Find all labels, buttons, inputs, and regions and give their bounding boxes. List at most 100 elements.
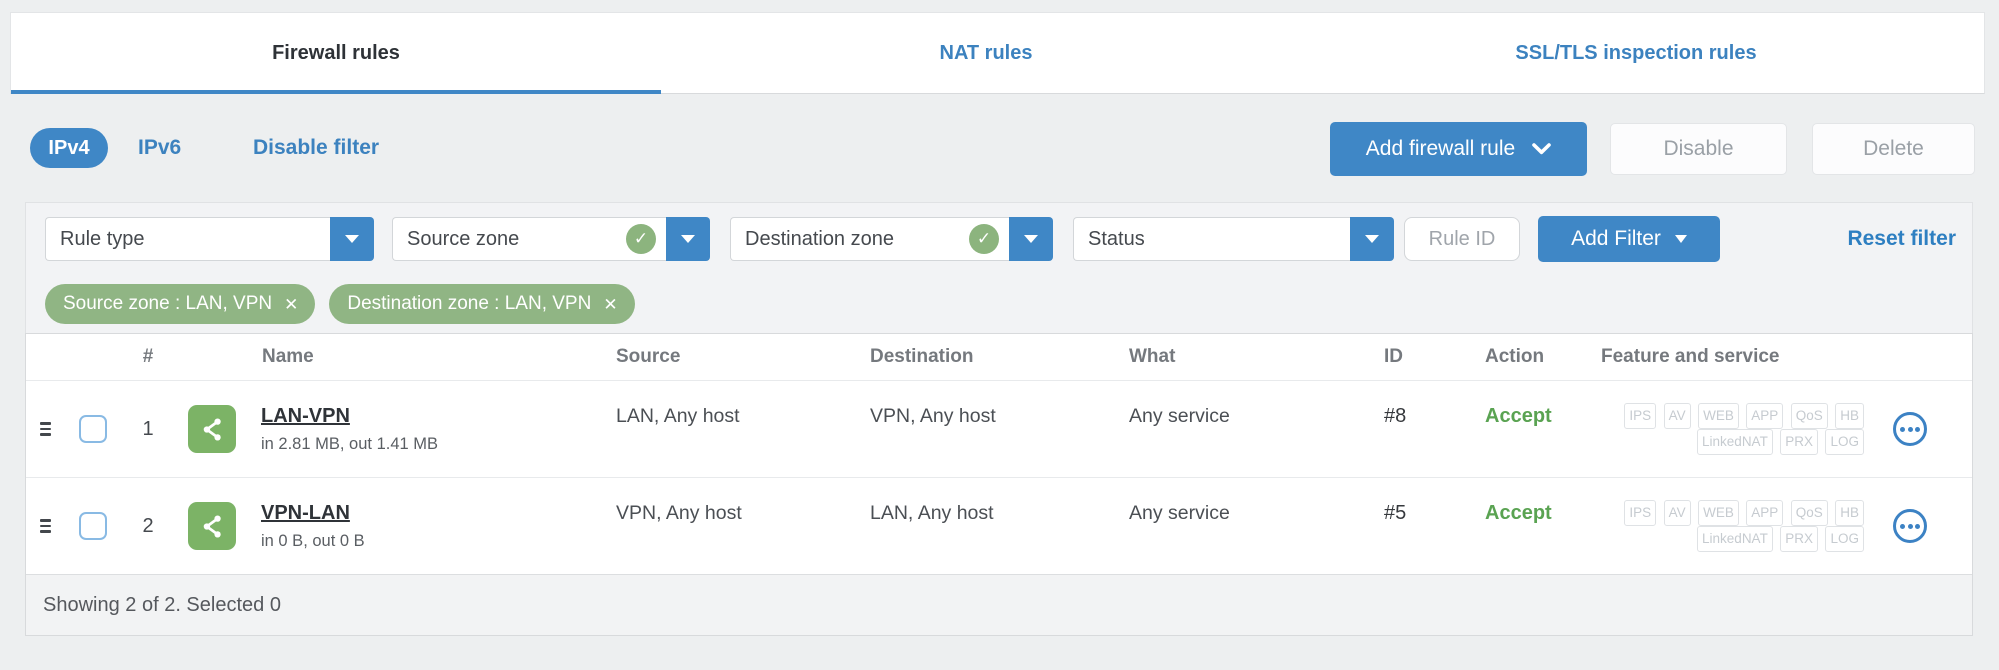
destination-zone-dropdown-button[interactable] bbox=[1009, 217, 1053, 261]
triangle-down-icon bbox=[1674, 235, 1687, 243]
feature-badge: WEB bbox=[1698, 500, 1739, 526]
add-firewall-rule-label: Add firewall rule bbox=[1365, 137, 1516, 160]
feature-badge: LOG bbox=[1825, 429, 1864, 455]
row-menu-ellipsis-icon[interactable] bbox=[1893, 412, 1927, 446]
drag-cell bbox=[26, 515, 64, 537]
disable-button[interactable]: Disable bbox=[1610, 123, 1787, 175]
network-rule-icon bbox=[188, 502, 236, 550]
add-firewall-rule-button[interactable]: Add firewall rule bbox=[1330, 122, 1587, 176]
what-cell: Any service bbox=[1129, 501, 1230, 524]
chip-label: Destination zone : LAN, VPN bbox=[347, 293, 592, 314]
destination-zone-filter: Destination zone ✓ bbox=[730, 217, 1053, 261]
disable-button-label: Disable bbox=[1663, 137, 1734, 160]
showing-summary: Showing 2 of 2. Selected 0 bbox=[43, 593, 281, 616]
row-checkbox[interactable] bbox=[79, 512, 107, 540]
rule-id-cell: #5 bbox=[1384, 501, 1407, 524]
name-block: LAN-VPN in 2.81 MB, out 1.41 MB bbox=[261, 405, 438, 454]
tab-label: NAT rules bbox=[939, 41, 1033, 64]
status-filter: Status bbox=[1073, 217, 1394, 261]
check-circle-icon: ✓ bbox=[626, 224, 656, 254]
close-icon[interactable]: ✕ bbox=[284, 296, 298, 313]
destination-cell: LAN, Any host bbox=[870, 501, 994, 524]
toolbar: IPv4 IPv6 Disable filter Add firewall ru… bbox=[0, 115, 1999, 181]
header-what: What bbox=[1129, 346, 1176, 367]
header-id: ID bbox=[1384, 346, 1403, 367]
feature-badge: HB bbox=[1835, 500, 1864, 526]
triangle-down-icon bbox=[345, 235, 359, 243]
table-row: 2 VPN-LAN in 0 B, out 0 B VPN, Any host … bbox=[26, 477, 1972, 574]
drag-handle-icon[interactable] bbox=[36, 515, 55, 537]
feature-badge: HB bbox=[1835, 403, 1864, 429]
action-cell: Accept bbox=[1485, 404, 1552, 427]
source-cell: LAN, Any host bbox=[616, 404, 740, 427]
destination-zone-select[interactable]: Destination zone ✓ bbox=[730, 217, 1009, 261]
add-filter-button[interactable]: Add Filter bbox=[1538, 216, 1720, 262]
status-dropdown-button[interactable] bbox=[1350, 217, 1394, 261]
source-cell: VPN, Any host bbox=[616, 501, 742, 524]
feature-badge: PRX bbox=[1780, 429, 1819, 455]
feature-badges: IPS AV WEB APP QoS HB LinkedNAT PRX LOG bbox=[1575, 403, 1864, 455]
firewall-rules-table: # Name Source Destination What ID Action… bbox=[25, 333, 1973, 636]
rule-name-link[interactable]: VPN-LAN bbox=[261, 502, 350, 524]
header-number: # bbox=[142, 346, 154, 367]
feature-badge: AV bbox=[1663, 500, 1691, 526]
filter-row: Rule type Source zone ✓ Destination zone… bbox=[45, 216, 1956, 262]
disable-filter-link[interactable]: Disable filter bbox=[253, 128, 379, 168]
tab-ssl-tls-inspection-rules[interactable]: SSL/TLS inspection rules bbox=[1311, 13, 1961, 93]
feature-badge: AV bbox=[1663, 403, 1691, 429]
filter-panel: Rule type Source zone ✓ Destination zone… bbox=[25, 202, 1973, 342]
destination-zone-label: Destination zone bbox=[745, 227, 894, 250]
drag-handle-icon[interactable] bbox=[36, 418, 55, 440]
chip-label: Source zone : LAN, VPN bbox=[63, 293, 273, 314]
network-rule-icon bbox=[188, 405, 236, 453]
status-select[interactable]: Status bbox=[1073, 217, 1350, 261]
rule-type-dropdown-button[interactable] bbox=[330, 217, 374, 261]
rule-traffic: in 0 B, out 0 B bbox=[261, 531, 365, 550]
name-cell: VPN-LAN in 0 B, out 0 B bbox=[174, 502, 604, 551]
source-zone-select[interactable]: Source zone ✓ bbox=[392, 217, 666, 261]
ipv4-label: IPv4 bbox=[48, 136, 90, 159]
source-zone-label: Source zone bbox=[407, 227, 520, 250]
triangle-down-icon bbox=[681, 235, 695, 243]
tab-firewall-rules[interactable]: Firewall rules bbox=[11, 13, 661, 94]
feature-badge: LOG bbox=[1825, 526, 1864, 552]
delete-button[interactable]: Delete bbox=[1812, 123, 1975, 175]
ipv4-toggle[interactable]: IPv4 bbox=[30, 128, 108, 168]
filter-chip-destination-zone[interactable]: Destination zone : LAN, VPN ✕ bbox=[329, 284, 635, 324]
checkbox-cell bbox=[64, 415, 122, 443]
header-source: Source bbox=[616, 346, 681, 367]
feature-badge: WEB bbox=[1698, 403, 1739, 429]
feature-badge: APP bbox=[1746, 403, 1784, 429]
source-zone-filter: Source zone ✓ bbox=[392, 217, 710, 261]
tab-nat-rules[interactable]: NAT rules bbox=[661, 13, 1311, 93]
triangle-down-icon bbox=[1024, 235, 1038, 243]
feature-badge: LinkedNAT bbox=[1697, 526, 1773, 552]
action-cell: Accept bbox=[1485, 501, 1552, 524]
feature-badge: IPS bbox=[1624, 500, 1657, 526]
feature-badge: QoS bbox=[1790, 403, 1828, 429]
rule-name-link[interactable]: LAN-VPN bbox=[261, 405, 350, 427]
rule-id-input[interactable] bbox=[1404, 217, 1520, 261]
close-icon[interactable]: ✕ bbox=[603, 296, 617, 313]
rule-traffic: in 2.81 MB, out 1.41 MB bbox=[261, 434, 439, 453]
table-footer: Showing 2 of 2. Selected 0 bbox=[26, 574, 1972, 635]
header-name: Name bbox=[262, 346, 314, 367]
filter-chip-source-zone[interactable]: Source zone : LAN, VPN ✕ bbox=[45, 284, 316, 324]
chevron-down-icon bbox=[1532, 143, 1552, 155]
feature-and-service-cell: IPS AV WEB APP QoS HB LinkedNAT PRX LOG bbox=[1575, 403, 1972, 455]
reset-filter-link[interactable]: Reset filter bbox=[1847, 227, 1956, 251]
tab-label: Firewall rules bbox=[272, 41, 400, 64]
active-tab-underline bbox=[11, 90, 661, 94]
row-menu-ellipsis-icon[interactable] bbox=[1893, 509, 1927, 543]
table-row: 1 LAN-VPN in 2.81 MB, out 1.41 MB LAN, A… bbox=[26, 380, 1972, 477]
rule-type-select[interactable]: Rule type bbox=[45, 217, 330, 261]
destination-cell: VPN, Any host bbox=[870, 404, 996, 427]
ipv6-toggle[interactable]: IPv6 bbox=[138, 128, 181, 168]
rule-type-filter: Rule type bbox=[45, 217, 374, 261]
triangle-down-icon bbox=[1365, 235, 1379, 243]
active-filter-chips: Source zone : LAN, VPN ✕ Destination zon… bbox=[45, 284, 1972, 324]
row-checkbox[interactable] bbox=[79, 415, 107, 443]
header-action: Action bbox=[1485, 346, 1545, 367]
source-zone-dropdown-button[interactable] bbox=[666, 217, 710, 261]
feature-badges: IPS AV WEB APP QoS HB LinkedNAT PRX LOG bbox=[1575, 500, 1864, 552]
